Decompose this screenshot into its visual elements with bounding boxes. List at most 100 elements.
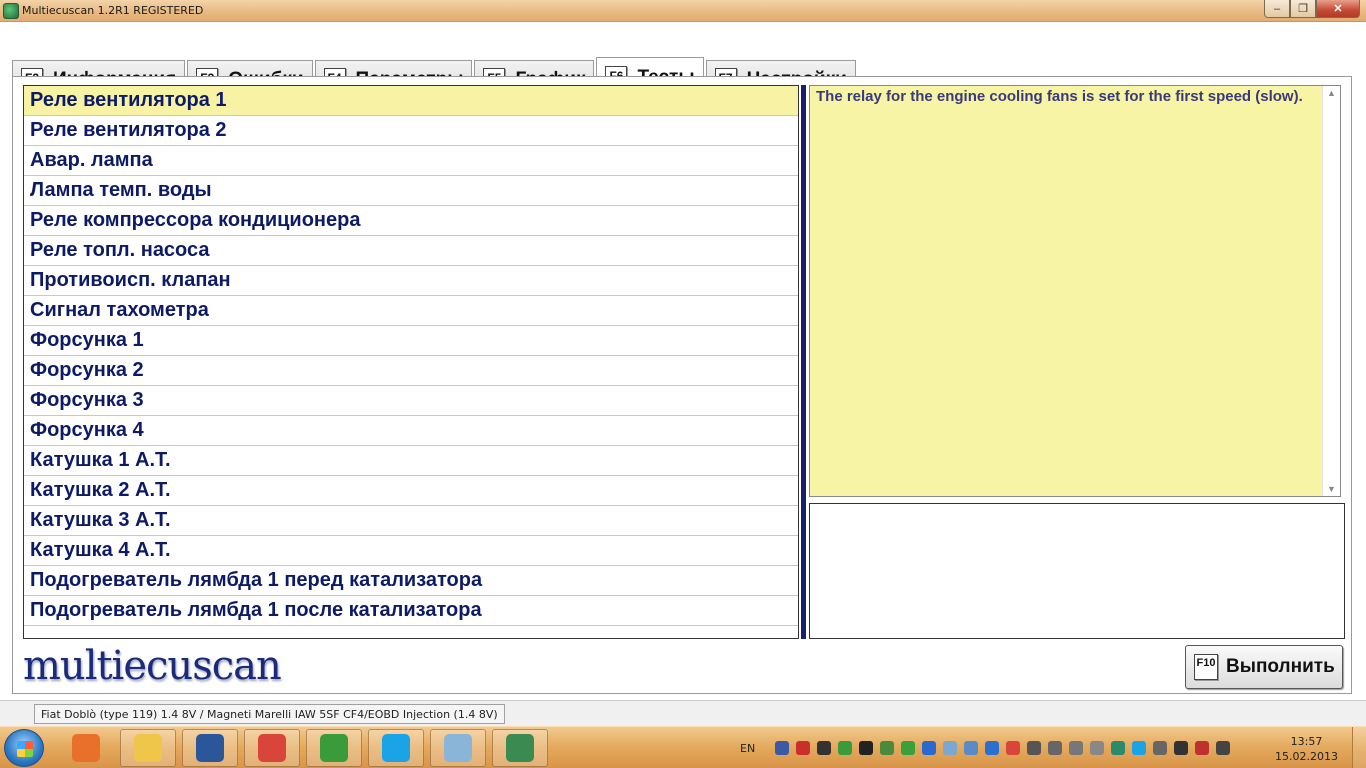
mail-icon[interactable] [1090, 741, 1105, 755]
list-item[interactable]: Реле вентилятора 1 [24, 86, 798, 116]
skype-tray-icon[interactable] [1132, 741, 1147, 755]
clock[interactable]: 13:57 15.02.2013 [1275, 734, 1338, 764]
window-title: Multiecuscan 1.2R1 REGISTERED [22, 4, 204, 17]
utorrent-tray-icon[interactable] [838, 741, 853, 755]
splitter[interactable] [801, 85, 806, 639]
tests-panel: Реле вентилятора 1 Реле вентилятора 2 Авар… [12, 76, 1352, 694]
show-desktop-button[interactable] [1352, 727, 1366, 768]
list-item-label: Катушка 2 А.Т. [30, 479, 171, 501]
list-item[interactable]: Противоисп. клапан [24, 266, 798, 296]
test-list[interactable]: Реле вентилятора 1 Реле вентилятора 2 Авар… [23, 85, 799, 639]
taskbar: EN 13:57 15.02.2013 [0, 726, 1366, 768]
chrome-icon [258, 734, 286, 762]
list-item-label: Катушка 3 А.Т. [30, 509, 171, 531]
clock-time: 13:57 [1290, 735, 1323, 748]
language-indicator[interactable]: EN [740, 742, 755, 755]
start-button[interactable] [4, 729, 44, 767]
list-item[interactable]: Лампа темп. воды [24, 176, 798, 206]
multiecuscan-taskbar-icon [506, 734, 534, 762]
list-item-label: Авар. лампа [30, 149, 153, 171]
list-item[interactable]: Катушка 4 А.Т. [24, 536, 798, 566]
run-button-label: Выполнить [1226, 656, 1335, 677]
list-item[interactable]: Сигнал тахометра [24, 296, 798, 326]
wifi-icon[interactable] [1216, 741, 1231, 755]
multiecuscan-taskbar-taskbar-button[interactable] [492, 729, 548, 767]
pdf-icon[interactable] [796, 741, 811, 755]
list-item[interactable]: Форсунка 3 [24, 386, 798, 416]
volume-icon[interactable] [1027, 741, 1042, 755]
list-item-label: Реле вентилятора 1 [30, 89, 227, 111]
run-button[interactable]: F10 Выполнить [1185, 645, 1343, 689]
utorrent-taskbar-button[interactable] [306, 729, 362, 767]
list-item-label: Реле компрессора кондиционера [30, 209, 361, 231]
paint-taskbar-button[interactable] [430, 729, 486, 767]
list-item-label: Форсунка 3 [30, 389, 144, 411]
window-icon[interactable] [1048, 741, 1063, 755]
word-icon [196, 734, 224, 762]
list-item[interactable]: Форсунка 1 [24, 326, 798, 356]
media-player-taskbar-button[interactable] [58, 729, 114, 767]
vehicle-status: Fiat Doblò (type 119) 1.4 8V / Magneti M… [34, 704, 505, 724]
list-item-label: Подогреватель лямбда 1 перед катализатор… [30, 569, 483, 591]
system-tray: EN [740, 727, 1237, 768]
list-item-label: Катушка 1 А.Т. [30, 449, 171, 471]
utorrent-icon [320, 734, 348, 762]
window-controls: – ❐ ✕ [1264, 0, 1360, 18]
status-bar: Fiat Doblò (type 119) 1.4 8V / Magneti M… [0, 700, 1366, 726]
network-monitor-icon[interactable] [859, 741, 874, 755]
user-icon[interactable] [1174, 741, 1189, 755]
list-item-label: Форсунка 4 [30, 419, 144, 441]
word-taskbar-button[interactable] [182, 729, 238, 767]
brand-logo: multiecuscan [23, 643, 282, 689]
list-item[interactable]: Катушка 2 А.Т. [24, 476, 798, 506]
description-scrollbar[interactable]: ▲ ▼ [1322, 86, 1340, 496]
list-item-label: Реле топл. насоса [30, 239, 210, 261]
chrome-tray-icon[interactable] [1006, 741, 1021, 755]
test-output-box [809, 503, 1345, 639]
file-explorer-taskbar-button[interactable] [120, 729, 176, 767]
flag-icon[interactable] [1195, 741, 1210, 755]
windows-logo-icon [17, 741, 33, 757]
pen-icon[interactable] [817, 741, 832, 755]
skype-taskbar-button[interactable] [368, 729, 424, 767]
list-item-label: Подогреватель лямбда 1 после катализатор… [30, 599, 482, 621]
list-item-label: Форсунка 2 [30, 359, 144, 381]
clock-date: 15.02.2013 [1275, 750, 1338, 763]
list-item[interactable]: Подогреватель лямбда 1 перед катализатор… [24, 566, 798, 596]
title-bar: Multiecuscan 1.2R1 REGISTERED – ❐ ✕ [0, 0, 1366, 22]
bluetooth-icon[interactable] [775, 741, 790, 755]
check-icon[interactable] [901, 741, 916, 755]
close-button[interactable]: ✕ [1316, 0, 1360, 18]
tools-icon[interactable] [880, 741, 895, 755]
minimize-button[interactable]: – [1264, 0, 1290, 18]
list-item[interactable]: Авар. лампа [24, 146, 798, 176]
list-item[interactable]: Форсунка 4 [24, 416, 798, 446]
list-item[interactable]: Реле компрессора кондиционера [24, 206, 798, 236]
shield-icon[interactable] [985, 741, 1000, 755]
cloud-icon[interactable] [943, 741, 958, 755]
list-item[interactable]: Катушка 1 А.Т. [24, 446, 798, 476]
list-item[interactable]: Подогреватель лямбда 1 после катализатор… [24, 596, 798, 626]
skype-icon [382, 734, 410, 762]
description-box: The relay for the engine cooling fans is… [809, 85, 1341, 497]
list-item[interactable]: Форсунка 2 [24, 356, 798, 386]
description-text: The relay for the engine cooling fans is… [816, 88, 1303, 105]
maximize-button[interactable]: ❐ [1290, 0, 1316, 18]
list-item-label: Сигнал тахометра [30, 299, 209, 321]
list-item[interactable]: Реле вентилятора 2 [24, 116, 798, 146]
paint-icon [444, 734, 472, 762]
printer-icon[interactable] [1153, 741, 1168, 755]
update-icon[interactable] [922, 741, 937, 755]
list-item[interactable]: Реле топл. насоса [24, 236, 798, 266]
antivirus-icon[interactable] [1111, 741, 1126, 755]
list-item-label: Лампа темп. воды [30, 179, 212, 201]
scroll-up-icon[interactable]: ▲ [1327, 88, 1336, 98]
list-item[interactable]: Катушка 3 А.Т. [24, 506, 798, 536]
list-item-label: Форсунка 1 [30, 329, 144, 351]
chrome-taskbar-button[interactable] [244, 729, 300, 767]
file-explorer-icon [134, 734, 162, 762]
battery-icon[interactable] [1069, 741, 1084, 755]
browser-icon[interactable] [964, 741, 979, 755]
scroll-down-icon[interactable]: ▼ [1327, 484, 1336, 494]
main-window: F2 Информация F3 Ошибки F4 Параметры F5 … [0, 22, 1366, 700]
